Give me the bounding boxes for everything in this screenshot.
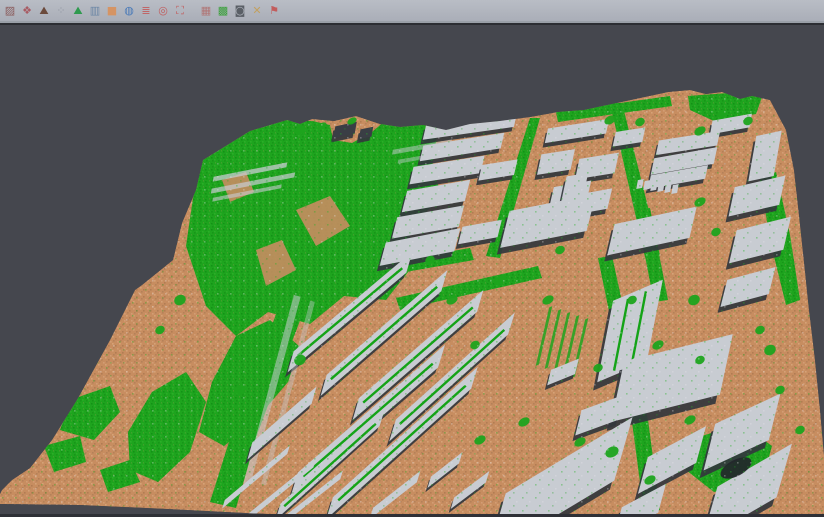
globe-view-icon[interactable]: ◍ xyxy=(122,4,136,18)
classification-colors-icon[interactable]: ▩ xyxy=(216,4,230,18)
profile-view-icon[interactable]: ▥ xyxy=(88,4,102,18)
measure-icon[interactable]: ✕ xyxy=(250,4,264,18)
open-file-icon[interactable]: ▨ xyxy=(3,4,17,18)
toolbar-gap xyxy=(187,10,196,11)
toolbar: ▨❖⛰⁘⛰▥■◍≣◎⛶▦▩◙✕⚑ xyxy=(0,0,824,23)
viewport-3d[interactable] xyxy=(0,0,824,517)
point-cloud-icon[interactable]: ⁘ xyxy=(54,4,68,18)
import-cloud-icon[interactable]: ❖ xyxy=(20,4,34,18)
ortho-image-icon[interactable]: ■ xyxy=(105,4,119,18)
select-area-icon[interactable]: ⛶ xyxy=(173,4,187,18)
toolbar-divider xyxy=(0,23,824,25)
tin-surface-icon[interactable]: ⛰ xyxy=(71,4,85,18)
terrain-model-icon[interactable]: ⛰ xyxy=(37,4,51,18)
snapshot-icon[interactable]: ◙ xyxy=(233,4,247,18)
app-window: ▨❖⛰⁘⛰▥■◍≣◎⛶▦▩◙✕⚑ xyxy=(0,0,824,517)
flag-marker-icon[interactable]: ⚑ xyxy=(267,4,281,18)
target-icon[interactable]: ◎ xyxy=(156,4,170,18)
classify-list-icon[interactable]: ≣ xyxy=(139,4,153,18)
grid-cells-icon[interactable]: ▦ xyxy=(199,4,213,18)
